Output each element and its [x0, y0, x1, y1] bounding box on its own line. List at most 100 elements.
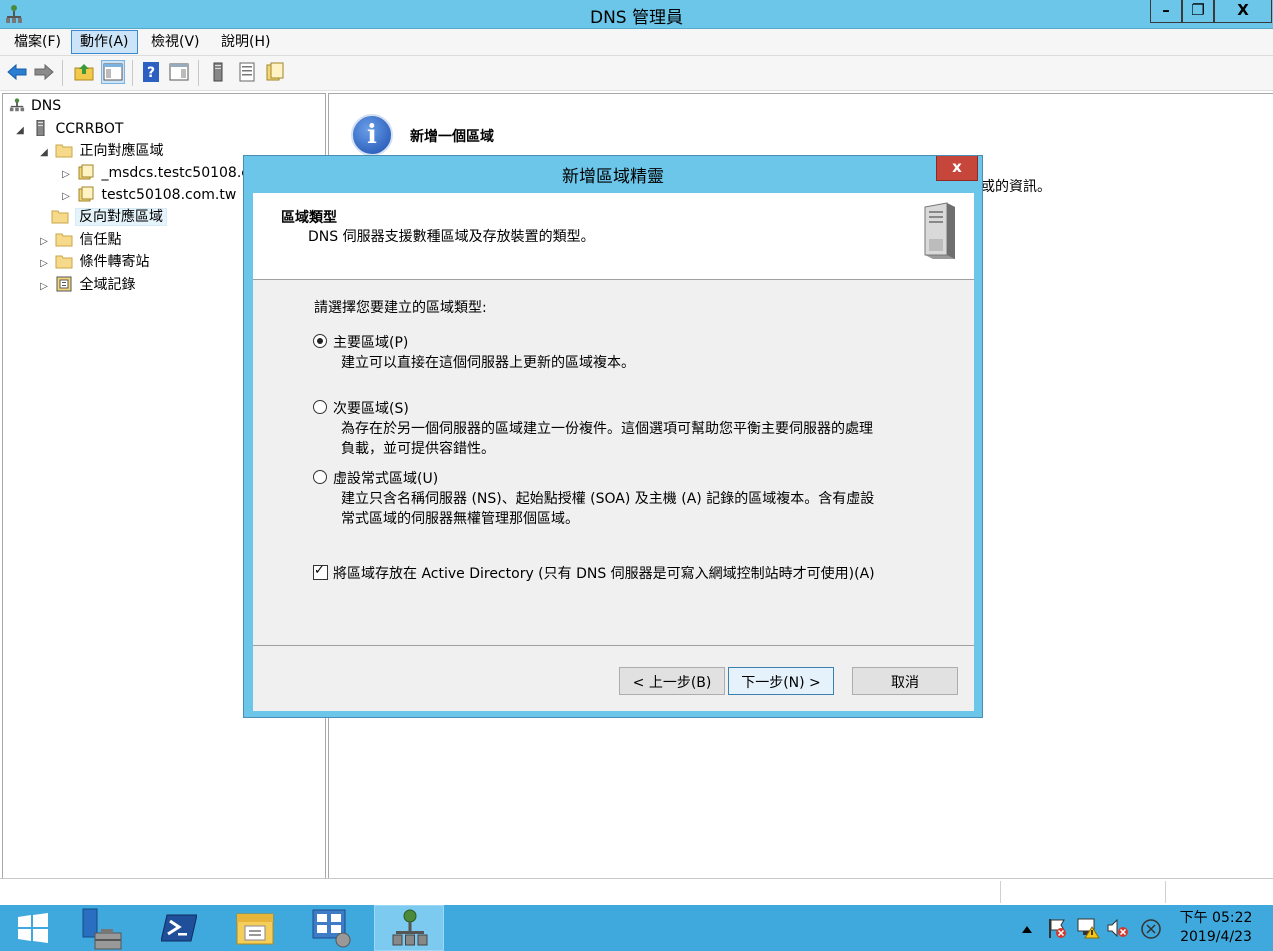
log-icon: [56, 276, 72, 292]
tree-label-msdcs: _msdcs.testc50108.c: [101, 165, 249, 181]
next-button[interactable]: 下一步(N) >: [728, 667, 834, 695]
wizard-close-button[interactable]: x: [936, 156, 978, 181]
tree-item-msdcs[interactable]: ▷ _msdcs.testc50108.c: [59, 162, 249, 184]
taskbar: 下午 05:22 2019/4/23: [0, 905, 1273, 951]
toolbar: ?: [0, 56, 1273, 91]
tree-item-testc50108[interactable]: ▷ testc50108.com.tw: [59, 184, 236, 206]
window-title: DNS 管理員: [589, 8, 683, 28]
tree-item-reverse-zones[interactable]: 反向對應區域: [51, 206, 167, 228]
menu-action[interactable]: 動作(A): [71, 30, 138, 54]
taskbar-network-app[interactable]: [296, 905, 366, 951]
clock-date: 2019/4/23: [1180, 929, 1252, 945]
secondary-zone-radio[interactable]: 次要區域(S): [313, 398, 409, 418]
minimize-button[interactable]: –: [1150, 0, 1182, 23]
records-icon[interactable]: [264, 61, 286, 83]
expand-arrow-icon[interactable]: ▷: [59, 186, 73, 208]
zone-icon: [78, 186, 94, 202]
tree-item-server[interactable]: ◢ CCRRBOT: [13, 118, 123, 140]
expand-arrow-icon[interactable]: ▷: [37, 253, 51, 275]
desc-line: 常式區域的伺服器無權管理那個區域。: [341, 511, 579, 527]
menu-file[interactable]: 檔案(F): [6, 31, 69, 53]
clock-time: 下午 05:22: [1179, 910, 1253, 926]
secondary-zone-label: 次要區域(S): [333, 401, 409, 417]
taskbar-server-manager[interactable]: [68, 905, 138, 951]
primary-zone-desc: 建立可以直接在這個伺服器上更新的區域複本。: [341, 353, 635, 373]
radio-button[interactable]: [313, 470, 327, 484]
radio-button[interactable]: [313, 400, 327, 414]
collapse-arrow-icon[interactable]: ◢: [13, 120, 27, 142]
show-action-pane-icon[interactable]: [168, 61, 190, 83]
cancel-button[interactable]: 取消: [852, 667, 958, 695]
collapse-arrow-icon[interactable]: ◢: [37, 142, 51, 164]
zone-type-prompt: 請選擇您要建立的區域類型:: [314, 300, 487, 316]
wizard-body: 區域類型 DNS 伺服器支援數種區域及存放裝置的類型。 請選擇您要建立的區域類型…: [253, 193, 974, 711]
status-bar: [0, 878, 1273, 905]
stub-zone-label: 虛設常式區域(U): [333, 471, 439, 487]
store-in-ad-checkbox[interactable]: 將區域存放在 Active Directory (只有 DNS 伺服器是可寫入網…: [313, 563, 875, 583]
menu-bar: 檔案(F) 動作(A) 檢視(V) 說明(H): [0, 29, 1273, 56]
tree-item-dns[interactable]: DNS: [9, 95, 61, 117]
wizard-header: 區域類型 DNS 伺服器支援數種區域及存放裝置的類型。: [253, 193, 974, 280]
store-in-ad-label: 將區域存放在 Active Directory (只有 DNS 伺服器是可寫入網…: [333, 566, 875, 582]
wizard-header-subtitle: DNS 伺服器支援數種區域及存放裝置的類型。: [308, 229, 595, 245]
folder-icon: [51, 210, 69, 224]
tree-item-conditional-forwarders[interactable]: ▷ 條件轉寄站: [37, 251, 149, 273]
stub-zone-desc: 建立只含名稱伺服器 (NS)、起始點授權 (SOA) 及主機 (A) 記錄的區域…: [341, 489, 874, 529]
action-center-flag-icon[interactable]: [1046, 917, 1068, 939]
server-icon[interactable]: [207, 61, 229, 83]
expand-arrow-icon[interactable]: ▷: [37, 276, 51, 298]
restore-button[interactable]: ❐: [1182, 0, 1214, 23]
file-explorer-icon: [236, 913, 274, 945]
folder-icon: [55, 255, 73, 269]
start-button[interactable]: [0, 905, 70, 951]
taskbar-file-explorer[interactable]: [220, 905, 290, 951]
list-icon[interactable]: [236, 61, 258, 83]
taskbar-dns-manager[interactable]: [374, 905, 444, 951]
folder-icon: [55, 144, 73, 158]
tree-label-global: 全域記錄: [79, 277, 136, 293]
forward-arrow-icon[interactable]: [33, 61, 55, 83]
new-zone-wizard-dialog: 新增區域精靈 x 區域類型 DNS 伺服器支援數種區域及存放裝置的類型。 請選擇…: [243, 155, 983, 718]
back-arrow-icon[interactable]: [6, 61, 28, 83]
volume-muted-icon[interactable]: [1106, 917, 1130, 939]
dns-manager-icon: [392, 909, 428, 946]
close-circle-icon[interactable]: [1140, 918, 1162, 940]
tree-item-trust-points[interactable]: ▷ 信任點: [37, 229, 121, 251]
primary-zone-radio[interactable]: 主要區域(P): [313, 332, 408, 352]
network-warning-icon[interactable]: [1076, 917, 1100, 939]
status-separator: [1165, 881, 1166, 903]
footer-divider: [253, 645, 974, 646]
menu-help[interactable]: 說明(H): [213, 31, 278, 53]
desc-line: 建立只含名稱伺服器 (NS)、起始點授權 (SOA) 及主機 (A) 記錄的區域…: [341, 491, 875, 507]
expand-arrow-icon[interactable]: ▷: [37, 231, 51, 253]
stub-zone-radio[interactable]: 虛設常式區域(U): [313, 468, 438, 488]
back-button[interactable]: < 上一步(B): [619, 667, 725, 695]
show-hidden-icons-icon[interactable]: [1021, 925, 1033, 935]
radio-button[interactable]: [313, 334, 327, 348]
info-icon: i: [351, 114, 393, 156]
taskbar-powershell[interactable]: [144, 905, 214, 951]
tree-item-forward-zones[interactable]: ◢ 正向對應區域: [37, 140, 163, 162]
desc-line: 為存在於另一個伺服器的區域建立一份複件。這個選項可幫助您平衡主要伺服器的處理: [341, 421, 873, 437]
close-button[interactable]: X: [1214, 0, 1272, 23]
desc-line: 建立可以直接在這個伺服器上更新的區域複本。: [341, 355, 635, 371]
system-clock[interactable]: 下午 05:22 2019/4/23: [1176, 909, 1256, 947]
checkbox[interactable]: [313, 563, 328, 580]
tree-label-dns: DNS: [31, 98, 62, 114]
server-icon: [36, 120, 45, 136]
tree-label-trust: 信任點: [79, 232, 122, 248]
expand-arrow-icon[interactable]: ▷: [59, 164, 73, 186]
server-tower-icon: [924, 202, 955, 259]
menu-view[interactable]: 檢視(V): [143, 31, 208, 53]
tree-item-global-logs[interactable]: ▷ 全域記錄: [37, 274, 135, 296]
up-folder-icon[interactable]: [73, 61, 95, 83]
tree-label-conditional: 條件轉寄站: [79, 254, 150, 270]
server-manager-icon: [82, 908, 122, 950]
toolbar-separator: [62, 60, 63, 86]
primary-zone-label: 主要區域(P): [333, 335, 409, 351]
help-icon[interactable]: ?: [140, 61, 162, 83]
details-heading: 新增一個區域: [410, 129, 494, 145]
secondary-zone-desc: 為存在於另一個伺服器的區域建立一份複件。這個選項可幫助您平衡主要伺服器的處理 負…: [341, 419, 873, 459]
show-console-tree-icon[interactable]: [101, 60, 125, 84]
toolbar-separator: [132, 60, 133, 86]
